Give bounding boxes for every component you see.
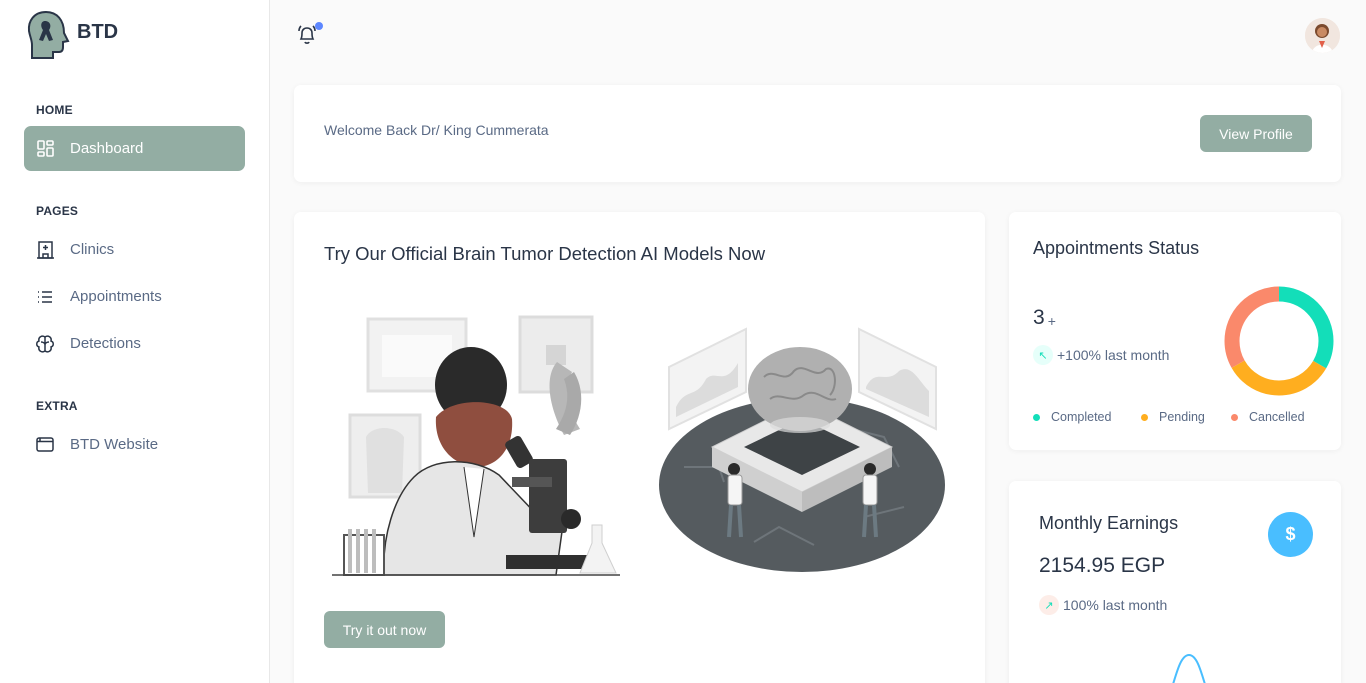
legend-dot-cancelled xyxy=(1231,413,1238,421)
welcome-text: Welcome Back Dr/ King Cummerata xyxy=(324,122,549,138)
appointments-trend-text: +100% last month xyxy=(1057,347,1170,363)
legend-dot-completed xyxy=(1033,413,1040,421)
appointments-trend: ↖ +100% last month xyxy=(1033,345,1169,365)
sidebar-item-dashboard[interactable]: Dashboard xyxy=(24,126,245,171)
ai-card-title: Try Our Official Brain Tumor Detection A… xyxy=(324,243,766,264)
appointments-count-suffix: + xyxy=(1047,313,1056,329)
view-profile-button[interactable]: View Profile xyxy=(1200,115,1312,152)
brain-icon xyxy=(36,334,54,353)
arrow-up-right-icon: ↗ xyxy=(1039,595,1059,615)
brand-name: BTD xyxy=(77,20,119,43)
sidebar-item-appointments[interactable]: Appointments xyxy=(24,274,245,319)
section-label-pages: PAGES xyxy=(36,204,79,218)
sidebar-item-label: Appointments xyxy=(70,288,162,305)
section-label-extra: EXTRA xyxy=(36,399,78,413)
list-icon xyxy=(36,288,54,306)
appointments-title: Appointments Status xyxy=(1033,238,1200,258)
welcome-card: Welcome Back Dr/ King Cummerata View Pro… xyxy=(294,85,1341,182)
earnings-amount: 2154.95 EGP xyxy=(1039,554,1166,577)
dollar-icon: $ xyxy=(1268,512,1313,557)
legend-dot-pending xyxy=(1141,413,1148,421)
monthly-earnings-card: Monthly Earnings 2154.95 EGP ↗ 100% last… xyxy=(1009,481,1341,683)
sidebar-item-label: BTD Website xyxy=(70,436,159,453)
sidebar-item-label: Dashboard xyxy=(70,140,144,157)
legend-completed: Completed xyxy=(1033,410,1111,424)
sidebar: BTD HOME Dashboard PAGES Clinics Appoint… xyxy=(0,0,270,683)
earnings-trend-text: 100% last month xyxy=(1063,597,1168,613)
sidebar-item-clinics[interactable]: Clinics xyxy=(24,227,245,272)
sidebar-item-detections[interactable]: Detections xyxy=(24,321,245,366)
earnings-trend: ↗ 100% last month xyxy=(1039,595,1167,615)
section-label-home: HOME xyxy=(36,103,73,117)
brand[interactable]: BTD xyxy=(26,10,118,60)
legend-pending: Pending xyxy=(1141,410,1205,424)
dashboard-icon xyxy=(36,140,54,158)
earnings-sparkline xyxy=(1172,653,1206,683)
earnings-title: Monthly Earnings xyxy=(1039,513,1179,533)
arrow-up-left-icon: ↖ xyxy=(1033,345,1053,365)
try-it-out-button[interactable]: Try it out now xyxy=(324,611,445,648)
sidebar-item-btd-website[interactable]: BTD Website xyxy=(24,422,245,467)
browser-icon xyxy=(36,436,54,454)
sidebar-item-label: Detections xyxy=(70,335,141,352)
clinic-icon xyxy=(36,240,54,259)
user-avatar[interactable] xyxy=(1305,18,1340,53)
appointments-donut-chart xyxy=(1224,286,1334,396)
legend-cancelled: Cancelled xyxy=(1231,410,1305,424)
notification-dot xyxy=(315,22,323,30)
appointments-status-card: Appointments Status 3 + ↖ +100% last mont… xyxy=(1009,212,1341,450)
brain-head-ribbon-icon xyxy=(27,10,70,59)
ai-illustration xyxy=(332,315,945,576)
sidebar-item-label: Clinics xyxy=(70,241,115,258)
ai-models-card: Try Our Official Brain Tumor Detection A… xyxy=(294,212,985,683)
appointments-count: 3 + xyxy=(1033,306,1056,329)
